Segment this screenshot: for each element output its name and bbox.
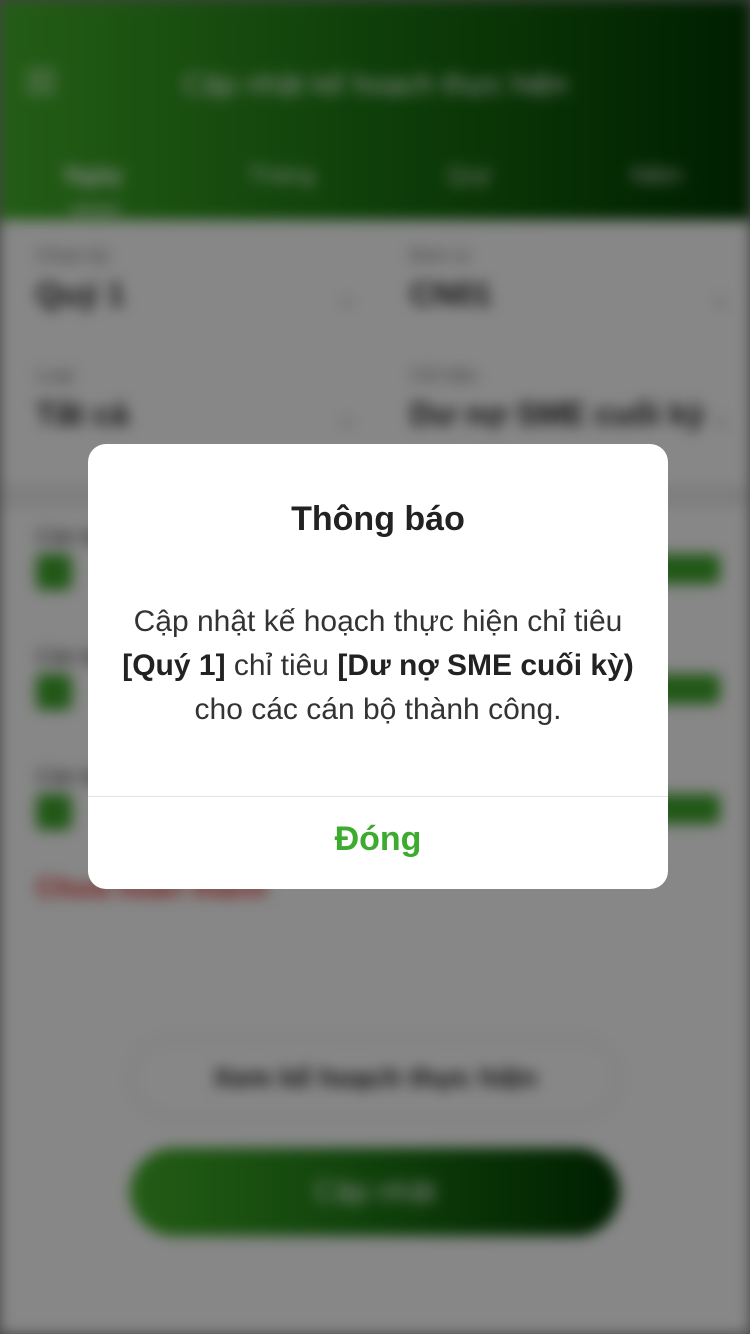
notification-dialog: Thông báo Cập nhật kế hoạch thực hiện ch…	[88, 444, 668, 889]
message-text: cho các cán bộ thành công.	[194, 693, 562, 726]
message-indicator: [Dư nợ SME cuối kỳ)	[337, 649, 634, 682]
dialog-message: Cập nhật kế hoạch thực hiện chỉ tiêu [Qu…	[108, 600, 648, 732]
message-period: [Quý 1]	[122, 649, 226, 682]
dialog-title: Thông báo	[291, 500, 465, 538]
message-text: chỉ tiêu	[225, 649, 338, 682]
message-text: Cập nhật kế hoạch thực hiện chỉ tiêu	[133, 605, 623, 638]
close-button[interactable]: Đóng	[88, 797, 668, 889]
